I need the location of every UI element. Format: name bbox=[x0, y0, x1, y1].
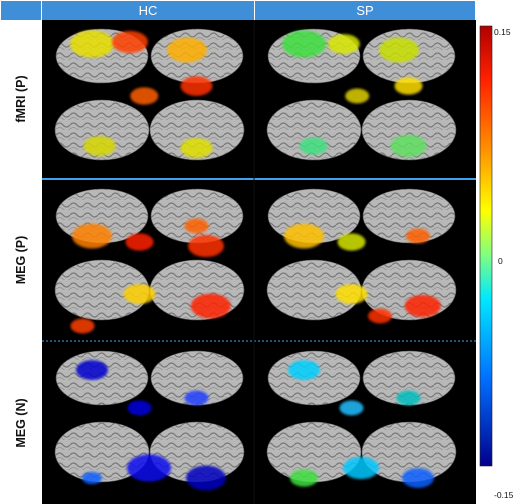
activation-region bbox=[339, 400, 364, 416]
activation-region bbox=[186, 465, 226, 491]
activation-region bbox=[345, 88, 370, 104]
activation-region bbox=[394, 77, 423, 95]
row-label-meg-n: MEG (N) bbox=[14, 398, 28, 448]
row-label-cell-meg-p: MEG (P) bbox=[1, 180, 41, 340]
activation-region bbox=[70, 318, 95, 334]
brain-surface bbox=[267, 350, 361, 406]
activation-region bbox=[184, 390, 209, 406]
activation-region bbox=[184, 218, 209, 234]
colorbar-min-label: -0.15 bbox=[494, 490, 514, 500]
activation-region bbox=[76, 360, 108, 380]
activation-region bbox=[167, 37, 207, 63]
colorbar-mid-label: 0 bbox=[498, 256, 503, 266]
activation-region bbox=[337, 233, 366, 251]
activation-region bbox=[379, 37, 419, 63]
row-label-meg-p: MEG (P) bbox=[14, 235, 28, 285]
activation-region bbox=[70, 30, 114, 58]
activation-region bbox=[180, 138, 213, 158]
activation-region bbox=[190, 293, 231, 319]
activation-region bbox=[343, 456, 379, 480]
activation-region bbox=[368, 308, 392, 324]
brain-surface bbox=[150, 188, 244, 244]
brain-activation-figure: HC SP fMRI (P) MEG (P) MEG (N) 0.15 0 -0… bbox=[0, 0, 520, 504]
activation-region bbox=[130, 87, 159, 105]
colorbar-gradient bbox=[479, 25, 493, 467]
activation-region bbox=[125, 233, 154, 251]
brain-map-group bbox=[54, 188, 245, 334]
activation-region bbox=[127, 400, 152, 416]
activation-region bbox=[290, 469, 318, 487]
activation-region bbox=[288, 360, 320, 380]
row-label-cell-fmri-p: fMRI (P) bbox=[1, 20, 41, 178]
activation-region bbox=[188, 234, 224, 258]
brain-map-group bbox=[266, 188, 457, 324]
activation-region bbox=[180, 76, 213, 96]
column-header-sp: SP bbox=[255, 1, 476, 20]
activation-region bbox=[123, 284, 156, 304]
row-label-cell-meg-n: MEG (N) bbox=[1, 342, 41, 504]
activation-region bbox=[284, 223, 324, 249]
row-label-fmri-p: fMRI (P) bbox=[14, 75, 28, 123]
activation-region bbox=[404, 294, 441, 318]
activation-region bbox=[299, 137, 328, 155]
activation-region bbox=[402, 468, 434, 488]
brain-map-group bbox=[54, 350, 245, 491]
colorbar-area: 0.15 0 -0.15 bbox=[476, 20, 520, 504]
activation-region bbox=[406, 228, 430, 244]
activation-region bbox=[82, 471, 102, 485]
activation-region bbox=[396, 390, 421, 406]
activation-region bbox=[282, 30, 326, 58]
activation-region bbox=[112, 30, 148, 54]
brain-map-group bbox=[266, 350, 457, 488]
header-corner bbox=[1, 1, 41, 20]
activation-region bbox=[72, 223, 112, 249]
activation-region bbox=[335, 284, 368, 304]
activation-region bbox=[390, 134, 427, 158]
activation-region bbox=[83, 136, 116, 156]
brain-map-group bbox=[54, 28, 245, 161]
brain-map-group bbox=[266, 28, 457, 161]
column-header-hc: HC bbox=[42, 1, 255, 20]
activation-region bbox=[127, 454, 171, 482]
colorbar-max-label: 0.15 bbox=[494, 27, 511, 37]
brain-maps bbox=[42, 20, 476, 504]
brain-surface bbox=[55, 350, 149, 406]
activation-region bbox=[327, 34, 360, 54]
